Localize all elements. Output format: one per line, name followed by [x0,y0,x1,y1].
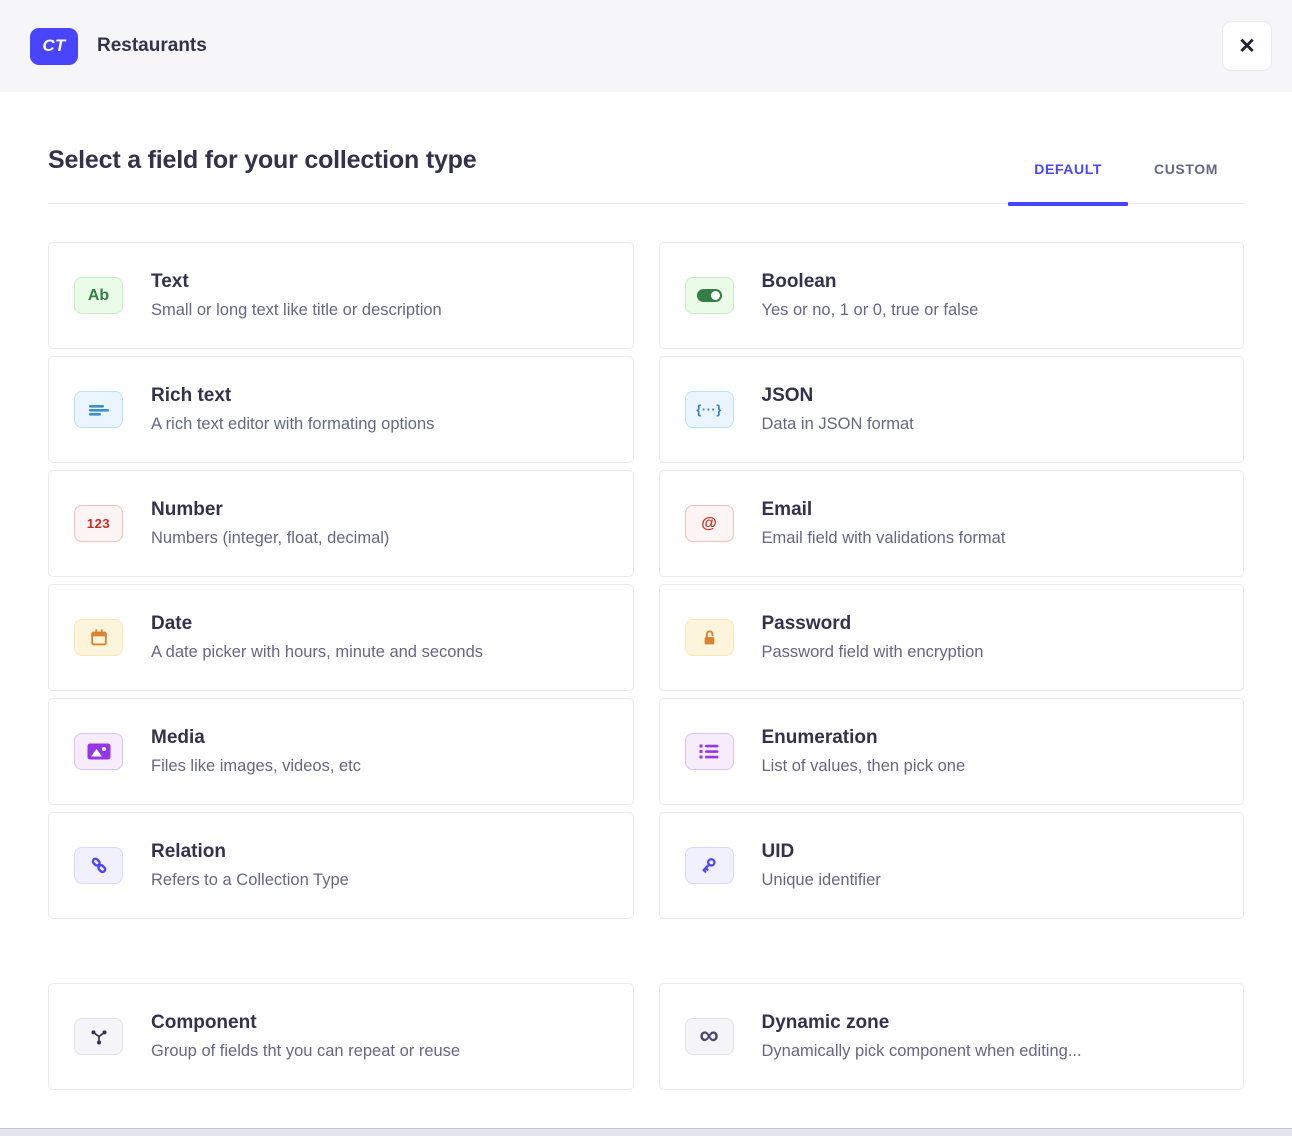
field-card-relation[interactable]: Relation Refers to a Collection Type [48,812,634,919]
field-description: Group of fields tht you can repeat or re… [151,1042,460,1061]
field-card-json[interactable]: {···} JSON Data in JSON format [659,356,1245,463]
field-description: A rich text editor with formating option… [151,415,434,434]
field-card-enumeration[interactable]: Enumeration List of values, then pick on… [659,698,1245,805]
key-icon [685,847,734,884]
richtext-field-icon [74,391,123,428]
field-description: Refers to a Collection Type [151,871,349,890]
field-card-component[interactable]: Component Group of fields tht you can re… [48,983,634,1090]
collection-name: Restaurants [97,35,207,57]
field-title: Text [151,271,442,293]
component-nodes-icon [74,1018,123,1055]
field-card-dynamic-zone[interactable]: ∞ Dynamic zone Dynamically pick componen… [659,983,1245,1090]
field-title: Dynamic zone [762,1012,1082,1034]
field-column-left: Ab Text Small or long text like title or… [48,242,634,919]
field-grid: Ab Text Small or long text like title or… [48,242,1244,919]
modal-body: Select a field for your collection type … [0,146,1292,1090]
field-card-number[interactable]: 123 Number Numbers (integer, float, deci… [48,470,634,577]
field-card-media[interactable]: Media Files like images, videos, etc [48,698,634,805]
field-title: Date [151,613,483,635]
field-card-email[interactable]: @ Email Email field with validations for… [659,470,1245,577]
close-icon: ✕ [1238,34,1256,59]
field-description: Password field with encryption [762,643,984,662]
field-title: Boolean [762,271,979,293]
collection-type-badge: CT [30,28,78,65]
field-card-richtext[interactable]: Rich text A rich text editor with format… [48,356,634,463]
relation-link-icon [74,847,123,884]
toggle-icon [685,277,734,314]
json-braces-icon: {···} [685,391,734,428]
field-card-boolean[interactable]: Boolean Yes or no, 1 or 0, true or false [659,242,1245,349]
media-image-icon [74,733,123,770]
calendar-icon [74,619,123,656]
modal-header: CT Restaurants ✕ [0,0,1292,92]
text-field-icon: Ab [74,277,123,314]
field-description: A date picker with hours, minute and sec… [151,643,483,662]
field-title: JSON [762,385,914,407]
field-title: Relation [151,841,349,863]
field-title: Email [762,499,1006,521]
field-title: Enumeration [762,727,966,749]
bullet-list-icon [685,733,734,770]
title-row: Select a field for your collection type … [48,146,1244,204]
tab-custom-label: CUSTOM [1154,161,1218,177]
advanced-column-right: ∞ Dynamic zone Dynamically pick componen… [659,983,1245,1090]
padlock-icon [685,619,734,656]
infinity-icon: ∞ [685,1018,734,1055]
field-card-password[interactable]: Password Password field with encryption [659,584,1245,691]
number-field-icon: 123 [74,505,123,542]
active-tab-indicator [1008,202,1128,206]
field-description: Files like images, videos, etc [151,757,361,776]
advanced-field-grid: Component Group of fields tht you can re… [48,983,1244,1090]
field-title: Media [151,727,361,749]
tab-default-label: DEFAULT [1034,161,1102,177]
field-title: Rich text [151,385,434,407]
field-description: Unique identifier [762,871,881,890]
tab-default[interactable]: DEFAULT [1008,161,1128,203]
field-title: Password [762,613,984,635]
field-column-right: Boolean Yes or no, 1 or 0, true or false… [659,242,1245,919]
field-title: Number [151,499,389,521]
tab-custom[interactable]: CUSTOM [1128,161,1244,203]
advanced-column-left: Component Group of fields tht you can re… [48,983,634,1090]
close-button[interactable]: ✕ [1222,21,1272,71]
field-description: List of values, then pick one [762,757,966,776]
at-sign-icon: @ [685,505,734,542]
tab-bar: DEFAULT CUSTOM [1008,161,1244,203]
field-title: UID [762,841,881,863]
field-description: Data in JSON format [762,415,914,434]
field-card-uid[interactable]: UID Unique identifier [659,812,1245,919]
footer-edge [0,1128,1292,1136]
field-card-date[interactable]: Date A date picker with hours, minute an… [48,584,634,691]
field-description: Dynamically pick component when editing.… [762,1042,1082,1061]
field-description: Small or long text like title or descrip… [151,301,442,320]
field-card-text[interactable]: Ab Text Small or long text like title or… [48,242,634,349]
field-description: Numbers (integer, float, decimal) [151,529,389,548]
field-description: Yes or no, 1 or 0, true or false [762,301,979,320]
page-title: Select a field for your collection type [48,146,476,203]
field-title: Component [151,1012,460,1034]
field-description: Email field with validations format [762,529,1006,548]
